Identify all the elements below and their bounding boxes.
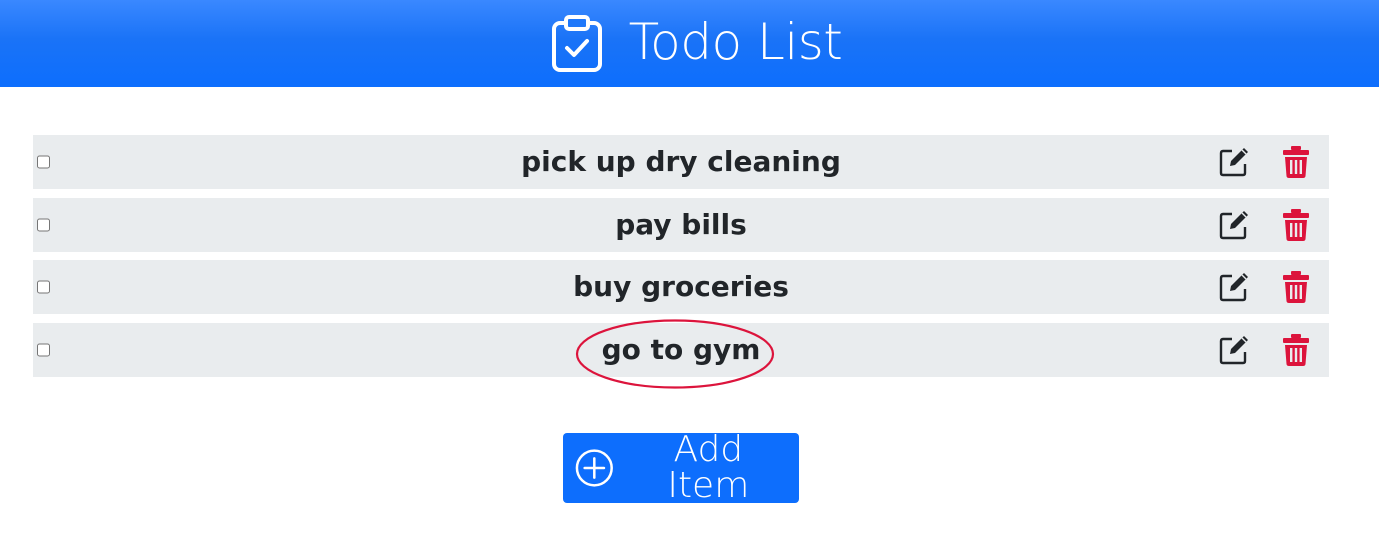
todo-label: go to gym <box>601 332 761 366</box>
todo-label: buy groceries <box>573 269 789 303</box>
edit-button[interactable] <box>1217 145 1251 179</box>
edit-button[interactable] <box>1217 270 1251 304</box>
header-content: Todo List <box>551 12 843 73</box>
delete-button[interactable] <box>1279 208 1313 242</box>
todo-label: pay bills <box>615 207 747 241</box>
pencil-square-icon <box>1219 335 1248 364</box>
todo-item: buy groceries <box>33 260 1329 314</box>
app-header: Todo List <box>0 0 1379 87</box>
delete-button[interactable] <box>1279 270 1313 304</box>
edit-button[interactable] <box>1217 208 1251 242</box>
trash-icon <box>1283 333 1309 366</box>
pencil-square-icon <box>1219 210 1248 239</box>
trash-icon <box>1283 208 1309 241</box>
todo-item: pick up dry cleaning <box>33 135 1329 189</box>
page-title: Todo List <box>628 12 843 71</box>
todo-checkbox[interactable] <box>37 280 50 294</box>
delete-button[interactable] <box>1279 333 1313 367</box>
todo-list: pick up dry cleaning pay bills buy groce… <box>33 135 1329 385</box>
add-item-label: Add Item <box>667 429 750 506</box>
pencil-square-icon <box>1219 273 1248 302</box>
edit-button[interactable] <box>1217 333 1251 367</box>
todo-checkbox[interactable] <box>37 343 50 356</box>
clipboard-check-icon <box>551 14 602 72</box>
trash-icon <box>1283 146 1309 178</box>
todo-checkbox[interactable] <box>37 218 50 231</box>
add-item-button[interactable]: Add Item <box>563 429 799 506</box>
todo-item: pay bills <box>33 197 1329 252</box>
todo-item: go to gym <box>33 322 1329 377</box>
trash-icon <box>1283 271 1309 303</box>
todo-label: pick up dry cleaning <box>521 144 841 178</box>
delete-button[interactable] <box>1279 145 1313 179</box>
pencil-square-icon <box>1219 148 1248 177</box>
plus-circle-icon <box>575 449 613 487</box>
todo-checkbox[interactable] <box>37 155 50 169</box>
